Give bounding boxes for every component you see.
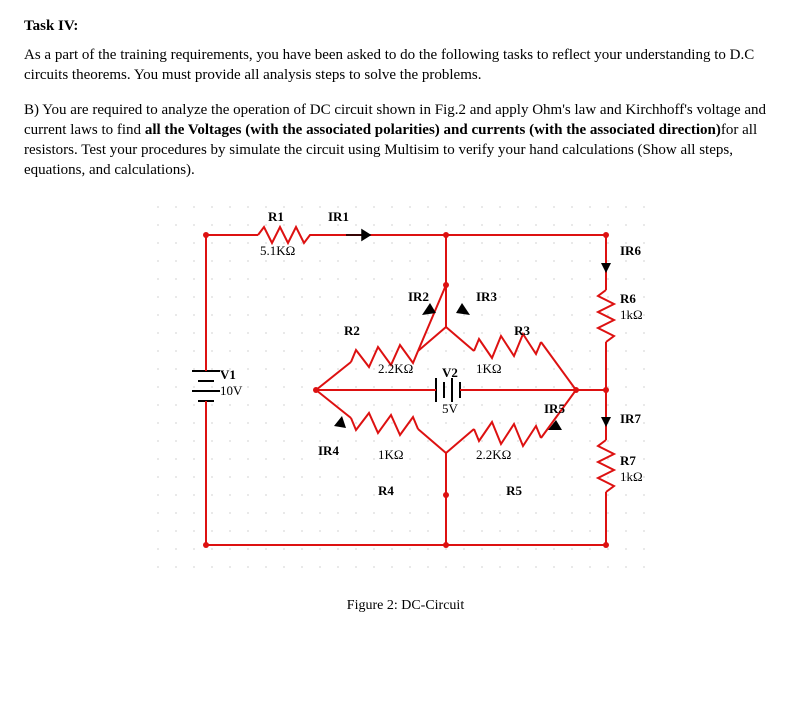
ir3-arrow xyxy=(456,303,470,315)
ir4-label: IR4 xyxy=(318,443,339,458)
v2-source xyxy=(428,378,464,402)
r2-name: R2 xyxy=(344,323,360,338)
r6-name: R6 xyxy=(620,291,636,306)
part-b-bold: all the Voltages (with the associated po… xyxy=(145,122,721,138)
r7-name: R7 xyxy=(620,453,636,468)
ir7-label: IR7 xyxy=(620,411,641,426)
v2-value: 5V xyxy=(442,401,459,416)
r4-name: R4 xyxy=(378,483,394,498)
task-title: Task IV: xyxy=(24,18,787,35)
ir2-label: IR2 xyxy=(408,289,429,304)
r4-value: 1KΩ xyxy=(378,447,404,462)
ir1-arrow xyxy=(346,230,370,240)
r6-value: 1kΩ xyxy=(620,307,643,322)
v1-name: V1 xyxy=(220,367,236,382)
r5-name: R5 xyxy=(506,483,522,498)
r1-value: 5.1KΩ xyxy=(260,243,295,258)
ir5-label: IR5 xyxy=(544,401,565,416)
ir4-arrow xyxy=(334,416,346,428)
figure-inner: R1 5.1KΩ IR1 R2 2.2KΩ IR2 R3 1KΩ IR3 R4 … xyxy=(146,195,666,618)
outer-wiring xyxy=(206,227,614,545)
ir1-label: IR1 xyxy=(328,209,349,224)
ir6-label: IR6 xyxy=(620,243,641,258)
r3-value: 1KΩ xyxy=(476,361,502,376)
v1-value: 10V xyxy=(220,383,243,398)
figure-wrap: R1 5.1KΩ IR1 R2 2.2KΩ IR2 R3 1KΩ IR3 R4 … xyxy=(24,191,787,618)
v1-source xyxy=(192,355,220,425)
ir7-arrow xyxy=(601,417,611,427)
ir2-arrow xyxy=(422,303,436,315)
v2-name: V2 xyxy=(442,365,458,380)
r7-value: 1kΩ xyxy=(620,469,643,484)
ir6-arrow xyxy=(601,263,611,273)
intro-paragraph: As a part of the training requirements, … xyxy=(24,45,787,86)
bridge-wiring xyxy=(316,285,576,495)
r5-value: 2.2KΩ xyxy=(476,447,511,462)
part-b-paragraph: B) You are required to analyze the opera… xyxy=(24,100,787,181)
ir3-label: IR3 xyxy=(476,289,497,304)
figure-caption: Figure 2: DC-Circuit xyxy=(146,590,666,618)
r3-name: R3 xyxy=(514,323,530,338)
circuit-diagram: R1 5.1KΩ IR1 R2 2.2KΩ IR2 R3 1KΩ IR3 R4 … xyxy=(146,195,666,585)
r1-name: R1 xyxy=(268,209,284,224)
r2-value: 2.2KΩ xyxy=(378,361,413,376)
